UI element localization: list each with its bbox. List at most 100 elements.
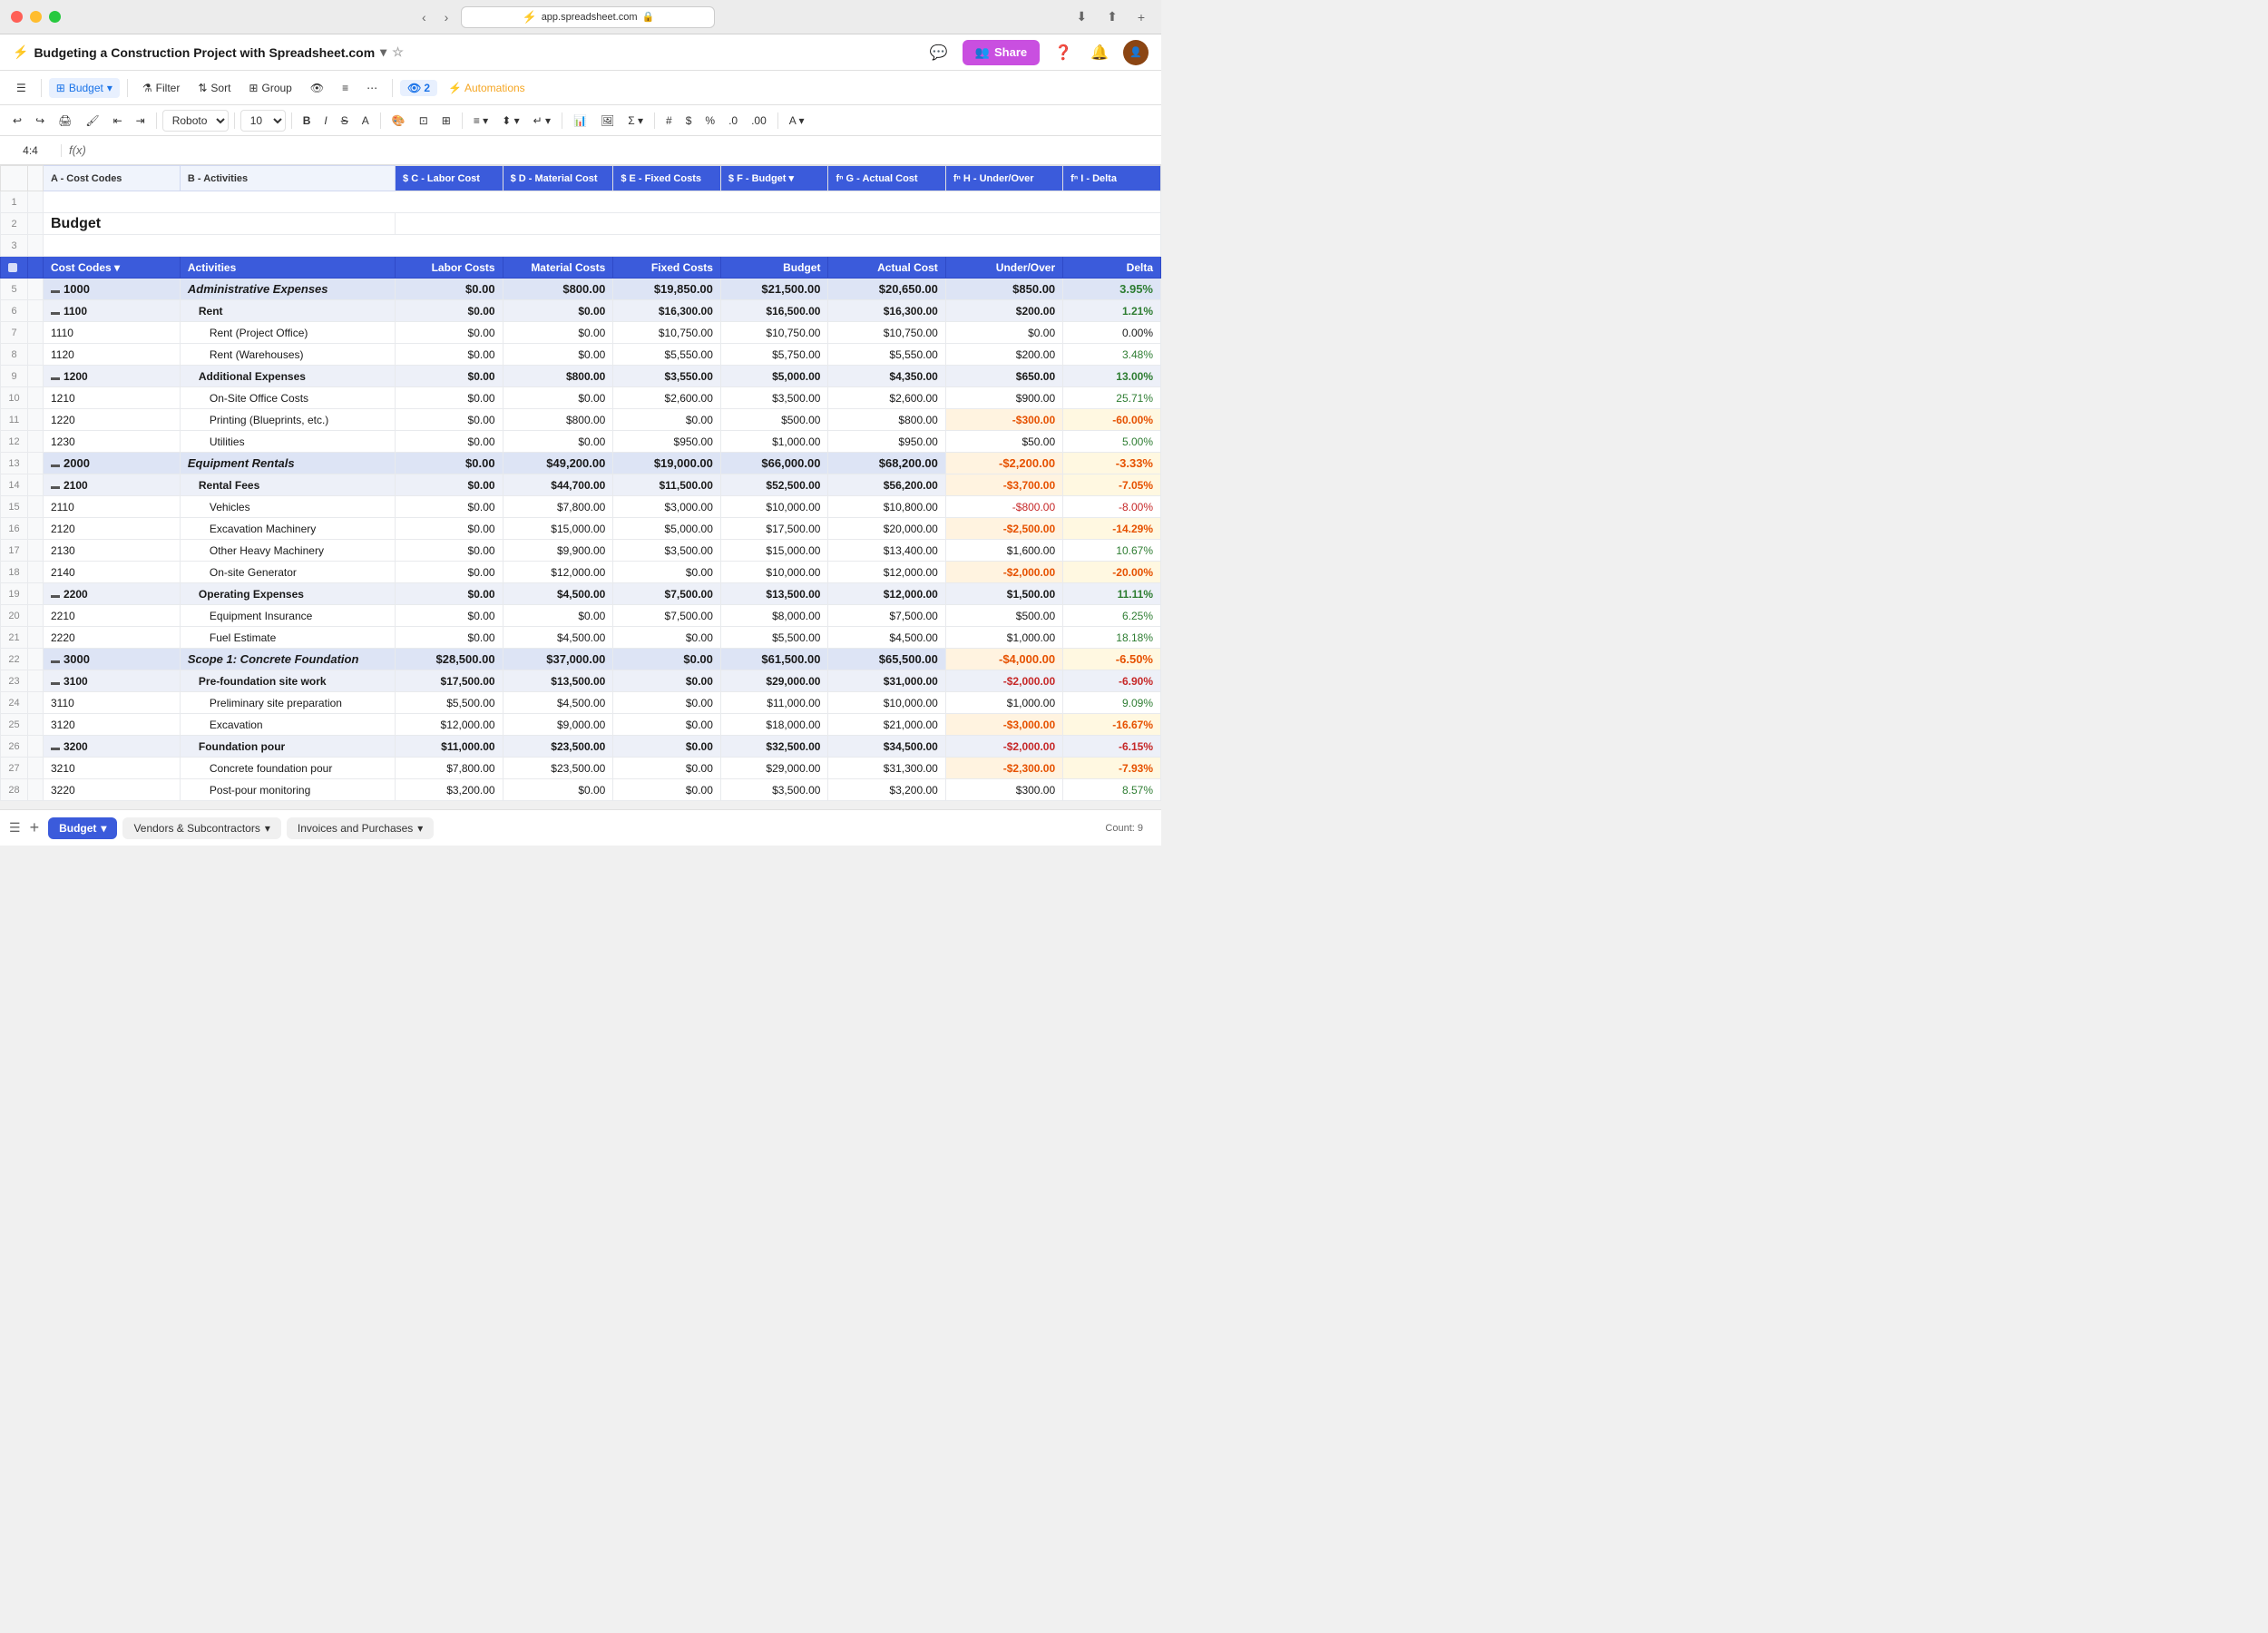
text-style-button[interactable]: A ▾ bbox=[784, 112, 810, 130]
material-cell[interactable]: $9,000.00 bbox=[503, 714, 613, 736]
labor-cell[interactable]: $0.00 bbox=[396, 300, 503, 322]
cost-code-cell[interactable]: 2210 bbox=[44, 605, 181, 627]
labor-cell[interactable]: $0.00 bbox=[396, 431, 503, 453]
dollar-button[interactable]: $ bbox=[680, 112, 698, 130]
labor-cell[interactable]: $12,000.00 bbox=[396, 714, 503, 736]
budget-cell[interactable]: $18,000.00 bbox=[720, 714, 828, 736]
actual-cell[interactable]: $4,500.00 bbox=[828, 627, 945, 649]
download-icon[interactable]: ⬇ bbox=[1070, 7, 1092, 26]
activity-cell[interactable]: Pre-foundation site work bbox=[180, 670, 395, 692]
image-button[interactable]: 🖼 bbox=[595, 112, 620, 130]
labor-cell[interactable]: $28,500.00 bbox=[396, 649, 503, 670]
col-header-I[interactable]: fⁿ I - Delta bbox=[1063, 166, 1161, 191]
table-row[interactable]: 6 ▬1100 Rent $0.00 $0.00 $16,300.00 $16,… bbox=[1, 300, 1161, 322]
underover-cell[interactable]: -$2,500.00 bbox=[945, 518, 1062, 540]
labor-cell[interactable]: $0.00 bbox=[396, 605, 503, 627]
material-cell[interactable]: $49,200.00 bbox=[503, 453, 613, 474]
cost-code-cell[interactable]: 1120 bbox=[44, 344, 181, 366]
fixed-cell[interactable]: $0.00 bbox=[613, 409, 721, 431]
cost-code-cell[interactable]: ▬3200 bbox=[44, 736, 181, 758]
activity-cell[interactable]: Fuel Estimate bbox=[180, 627, 395, 649]
actual-cell[interactable]: $56,200.00 bbox=[828, 474, 945, 496]
budget-cell[interactable]: $29,000.00 bbox=[720, 670, 828, 692]
delta-cell[interactable]: -7.05% bbox=[1063, 474, 1161, 496]
activity-cell[interactable]: Other Heavy Machinery bbox=[180, 540, 395, 562]
actual-cell[interactable]: $800.00 bbox=[828, 409, 945, 431]
forward-button[interactable]: › bbox=[439, 8, 455, 26]
cost-code-cell[interactable]: 1210 bbox=[44, 387, 181, 409]
delta-cell[interactable]: 11.11% bbox=[1063, 583, 1161, 605]
labor-cell[interactable]: $0.00 bbox=[396, 496, 503, 518]
help-icon[interactable]: ❓ bbox=[1051, 40, 1076, 65]
cost-code-cell[interactable]: 2140 bbox=[44, 562, 181, 583]
table-row[interactable]: Cost Codes ▾ Activities Labor Costs Mate… bbox=[1, 257, 1161, 279]
activity-cell[interactable]: Rental Fees bbox=[180, 474, 395, 496]
material-cell[interactable]: $0.00 bbox=[503, 431, 613, 453]
table-row[interactable]: 19 ▬2200 Operating Expenses $0.00 $4,500… bbox=[1, 583, 1161, 605]
activity-cell[interactable]: On-Site Office Costs bbox=[180, 387, 395, 409]
cost-code-cell[interactable]: 3210 bbox=[44, 758, 181, 779]
actual-cell[interactable]: $10,750.00 bbox=[828, 322, 945, 344]
hide-button[interactable]: 👁 bbox=[303, 78, 331, 98]
address-bar[interactable]: ⚡ app.spreadsheet.com 🔒 bbox=[461, 6, 715, 28]
table-row[interactable]: 14 ▬2100 Rental Fees $0.00 $44,700.00 $1… bbox=[1, 474, 1161, 496]
delta-cell[interactable]: -6.90% bbox=[1063, 670, 1161, 692]
fixed-cell[interactable]: $19,000.00 bbox=[613, 453, 721, 474]
fixed-cell[interactable]: $0.00 bbox=[613, 758, 721, 779]
percent-button[interactable]: % bbox=[699, 112, 720, 130]
table-row[interactable]: 28 3220 Post-pour monitoring $3,200.00 $… bbox=[1, 779, 1161, 801]
delta-cell[interactable]: 9.09% bbox=[1063, 692, 1161, 714]
print-button[interactable]: 🖨 bbox=[53, 112, 77, 130]
cost-code-cell[interactable]: 1230 bbox=[44, 431, 181, 453]
cost-code-cell[interactable]: 3110 bbox=[44, 692, 181, 714]
wrap-button[interactable]: ↵ ▾ bbox=[528, 112, 556, 130]
underover-cell[interactable]: -$2,000.00 bbox=[945, 670, 1062, 692]
material-cell[interactable]: $4,500.00 bbox=[503, 692, 613, 714]
labor-cell[interactable]: $0.00 bbox=[396, 322, 503, 344]
labor-cell[interactable]: $0.00 bbox=[396, 387, 503, 409]
activity-cell[interactable]: Preliminary site preparation bbox=[180, 692, 395, 714]
back-button[interactable]: ‹ bbox=[416, 8, 432, 26]
fixed-cell[interactable]: $16,300.00 bbox=[613, 300, 721, 322]
fixed-cell[interactable]: $7,500.00 bbox=[613, 605, 721, 627]
table-row[interactable]: 2 Budget bbox=[1, 213, 1161, 235]
delta-cell[interactable]: 1.21% bbox=[1063, 300, 1161, 322]
table-row[interactable]: 10 1210 On-Site Office Costs $0.00 $0.00… bbox=[1, 387, 1161, 409]
table-row[interactable]: 9 ▬1200 Additional Expenses $0.00 $800.0… bbox=[1, 366, 1161, 387]
budget-cell[interactable]: $10,000.00 bbox=[720, 496, 828, 518]
budget-cell[interactable]: $3,500.00 bbox=[720, 779, 828, 801]
menu-icon-button[interactable]: ☰ bbox=[9, 78, 34, 98]
activity-cell[interactable]: Rent bbox=[180, 300, 395, 322]
indent-left-button[interactable]: ⇤ bbox=[108, 112, 128, 130]
underover-cell[interactable]: $650.00 bbox=[945, 366, 1062, 387]
table-row[interactable]: 5 ▬1000 Administrative Expenses $0.00 $8… bbox=[1, 279, 1161, 300]
underover-cell[interactable]: -$2,000.00 bbox=[945, 562, 1062, 583]
col-header-A[interactable]: A - Cost Codes bbox=[44, 166, 181, 191]
underover-cell[interactable]: $200.00 bbox=[945, 344, 1062, 366]
budget-cell[interactable]: $5,750.00 bbox=[720, 344, 828, 366]
fixed-cell[interactable]: $3,000.00 bbox=[613, 496, 721, 518]
material-cell[interactable]: $4,500.00 bbox=[503, 583, 613, 605]
dec-increase-button[interactable]: .00 bbox=[746, 112, 772, 130]
new-tab-icon[interactable]: + bbox=[1132, 8, 1150, 26]
fixed-cell[interactable]: $5,000.00 bbox=[613, 518, 721, 540]
table-row[interactable]: 22 ▬3000 Scope 1: Concrete Foundation $2… bbox=[1, 649, 1161, 670]
table-row[interactable]: 25 3120 Excavation $12,000.00 $9,000.00 … bbox=[1, 714, 1161, 736]
labor-cell[interactable]: $0.00 bbox=[396, 344, 503, 366]
material-cell[interactable]: $0.00 bbox=[503, 387, 613, 409]
delta-cell[interactable]: 13.00% bbox=[1063, 366, 1161, 387]
activity-cell[interactable]: On-site Generator bbox=[180, 562, 395, 583]
delta-cell[interactable]: 6.25% bbox=[1063, 605, 1161, 627]
close-button[interactable] bbox=[11, 11, 23, 23]
labor-cell[interactable]: $0.00 bbox=[396, 366, 503, 387]
table-row[interactable]: 18 2140 On-site Generator $0.00 $12,000.… bbox=[1, 562, 1161, 583]
labor-cell[interactable]: $0.00 bbox=[396, 518, 503, 540]
budget-cell[interactable]: $10,750.00 bbox=[720, 322, 828, 344]
align-button[interactable]: ≡ ▾ bbox=[468, 112, 494, 130]
labor-cell[interactable]: $0.00 bbox=[396, 627, 503, 649]
material-cell[interactable]: $23,500.00 bbox=[503, 736, 613, 758]
actual-cell[interactable]: $12,000.00 bbox=[828, 562, 945, 583]
labor-cell[interactable]: $17,500.00 bbox=[396, 670, 503, 692]
merge-button[interactable]: ⊞ bbox=[436, 112, 456, 130]
budget-cell[interactable]: $500.00 bbox=[720, 409, 828, 431]
